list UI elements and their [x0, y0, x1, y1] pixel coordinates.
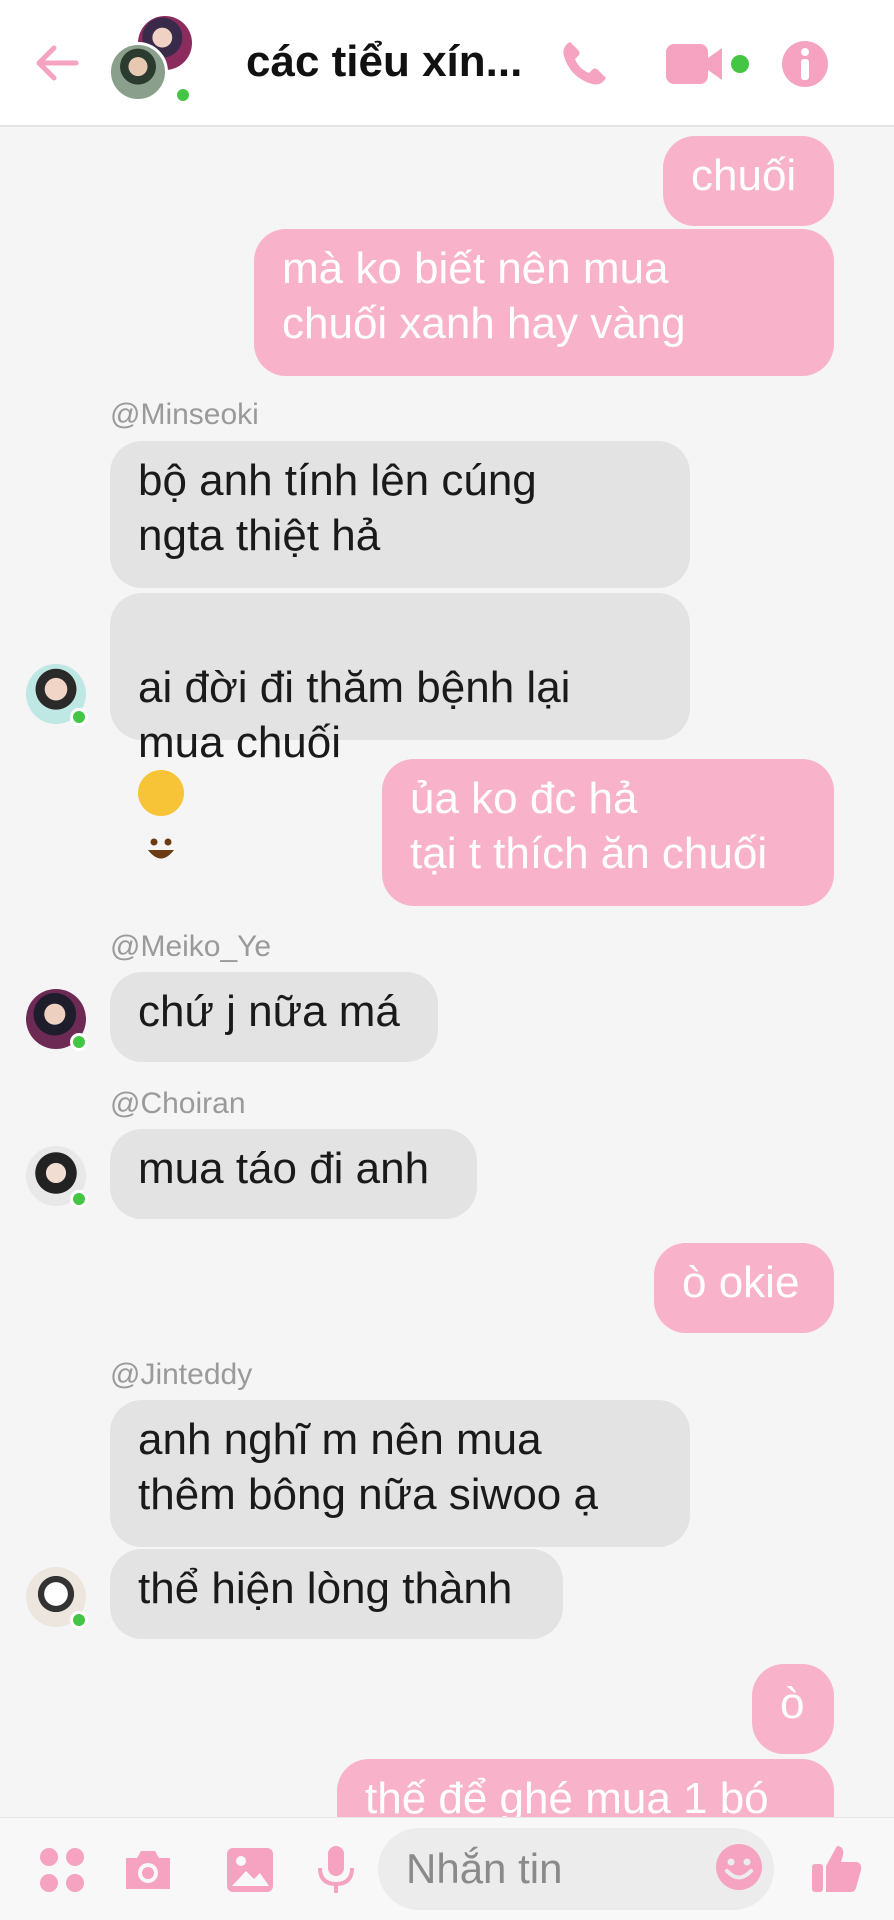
- smiley-icon: [716, 1844, 762, 1890]
- chat-header: các tiểu xín...: [0, 0, 894, 127]
- message-bubble-outgoing[interactable]: thế để ghé mua 1 bó: [337, 1759, 834, 1817]
- message-bubble-incoming[interactable]: ai đời đi thăm bệnh lại mua chuối: [110, 593, 690, 859]
- message-bubble-outgoing[interactable]: ủa ko đc hả tại t thích ăn chuối: [382, 759, 834, 906]
- message-list[interactable]: chuối mà ko biết nên mua chuối xanh hay …: [0, 129, 894, 1817]
- grinning-face-emoji: [138, 770, 184, 859]
- emoji-button[interactable]: [714, 1842, 764, 1892]
- sender-name: @Minseoki: [110, 398, 259, 431]
- back-arrow-icon: [36, 45, 79, 81]
- message-text: ai đời đi thăm bệnh lại mua chuối: [138, 663, 571, 767]
- voice-message-button[interactable]: [308, 1842, 364, 1898]
- online-indicator: [70, 1190, 88, 1208]
- sender-name: @Jinteddy: [110, 1358, 253, 1391]
- user-avatar[interactable]: [26, 1146, 88, 1208]
- gallery-button[interactable]: [222, 1842, 278, 1898]
- group-avatar[interactable]: [108, 16, 200, 106]
- phone-icon: [563, 42, 606, 85]
- video-camera-icon: [666, 44, 749, 84]
- camera-button[interactable]: [120, 1842, 176, 1898]
- online-indicator: [70, 708, 88, 726]
- microphone-icon: [318, 1846, 354, 1893]
- image-icon: [227, 1848, 273, 1892]
- like-button[interactable]: [810, 1840, 864, 1896]
- message-bubble-incoming[interactable]: mua táo đi anh: [110, 1129, 477, 1219]
- camera-icon: [126, 1851, 170, 1889]
- voice-call-button[interactable]: [556, 36, 612, 92]
- user-avatar[interactable]: [26, 664, 88, 726]
- grid-dots-icon: [40, 1848, 84, 1892]
- member-avatar: [108, 42, 168, 102]
- message-bubble-outgoing[interactable]: mà ko biết nên mua chuối xanh hay vàng: [254, 229, 834, 376]
- back-button[interactable]: [32, 38, 82, 88]
- user-avatar[interactable]: [26, 989, 88, 1051]
- online-indicator: [174, 86, 192, 104]
- message-bubble-outgoing[interactable]: chuối: [663, 136, 834, 226]
- video-call-button[interactable]: [664, 36, 754, 92]
- message-bubble-outgoing[interactable]: ò: [752, 1664, 834, 1754]
- message-bubble-incoming[interactable]: thể hiện lòng thành: [110, 1549, 563, 1639]
- sender-name: @Meiko_Ye: [110, 930, 272, 963]
- chat-title[interactable]: các tiểu xín...: [246, 34, 536, 90]
- message-bubble-incoming[interactable]: anh nghĩ m nên mua thêm bông nữa siwoo ạ: [110, 1400, 690, 1547]
- composer-bar: Nhắn tin: [0, 1817, 894, 1920]
- message-bubble-incoming[interactable]: chứ j nữa má: [110, 972, 438, 1062]
- info-button[interactable]: [780, 36, 830, 92]
- user-avatar[interactable]: [26, 1567, 88, 1629]
- message-bubble-outgoing[interactable]: ò okie: [654, 1243, 834, 1333]
- online-indicator: [70, 1611, 88, 1629]
- more-options-button[interactable]: [34, 1842, 90, 1898]
- sender-name: @Choiran: [110, 1087, 246, 1120]
- thumbs-up-icon: [812, 1846, 862, 1892]
- message-bubble-incoming[interactable]: bộ anh tính lên cúng ngta thiệt hả: [110, 441, 690, 588]
- online-indicator: [70, 1033, 88, 1051]
- info-icon: [782, 41, 828, 87]
